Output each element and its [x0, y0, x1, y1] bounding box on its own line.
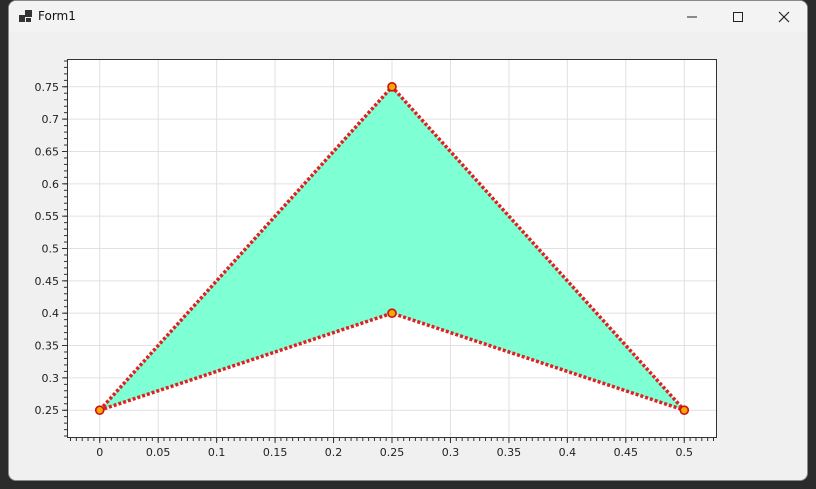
application-window: Form1 0.25 0.3 0.35 0.4 0.45 0.5 0.55 0.6 0.65 0.… — [8, 0, 808, 481]
y-tick-label: 0.75 — [35, 81, 60, 94]
y-tick-label: 0.65 — [35, 145, 60, 158]
y-tick-label: 0.35 — [35, 340, 60, 353]
y-tick-label: 0.55 — [35, 210, 60, 223]
y-tick-label: 0.5 — [42, 243, 60, 256]
minimize-icon — [687, 16, 697, 17]
app-window-icon — [19, 10, 32, 22]
maximize-icon — [733, 11, 743, 22]
x-tick-label: 0.45 — [614, 446, 639, 459]
x-tick-label: 0 — [96, 446, 103, 459]
x-tick-label: 0.25 — [380, 446, 405, 459]
x-tick-label: 0.4 — [559, 446, 577, 459]
minimize-button[interactable] — [669, 1, 715, 32]
close-icon — [778, 11, 790, 22]
x-tick-label: 0.5 — [676, 446, 694, 459]
window-title: Form1 — [38, 9, 76, 23]
area-chart: 0.25 0.3 0.35 0.4 0.45 0.5 0.55 0.6 0.65 0.7 0.75 0… — [35, 59, 717, 459]
form-client-area: 0.25 0.3 0.35 0.4 0.45 0.5 0.55 0.6 0.65 0.7 0.75 0… — [9, 32, 807, 480]
x-tick-label: 0.1 — [208, 446, 226, 459]
y-tick-label: 0.4 — [42, 307, 60, 320]
x-tick-label: 0.35 — [497, 446, 522, 459]
x-tick-label: 0.05 — [146, 446, 171, 459]
title-bar[interactable]: Form1 — [9, 1, 807, 32]
x-tick-label: 0.2 — [325, 446, 343, 459]
data-point — [387, 308, 397, 318]
data-point — [387, 82, 397, 92]
x-tick-label: 0.15 — [263, 446, 288, 459]
y-tick-label: 0.7 — [42, 113, 60, 126]
y-tick-label: 0.3 — [42, 372, 60, 385]
close-button[interactable] — [761, 1, 807, 32]
y-tick-label: 0.25 — [35, 404, 60, 417]
y-tick-label: 0.45 — [35, 275, 60, 288]
data-point — [679, 405, 690, 415]
x-tick-label: 0.3 — [442, 446, 460, 459]
maximize-button[interactable] — [715, 1, 761, 32]
data-point — [94, 405, 105, 415]
y-tick-label: 0.6 — [42, 178, 60, 191]
